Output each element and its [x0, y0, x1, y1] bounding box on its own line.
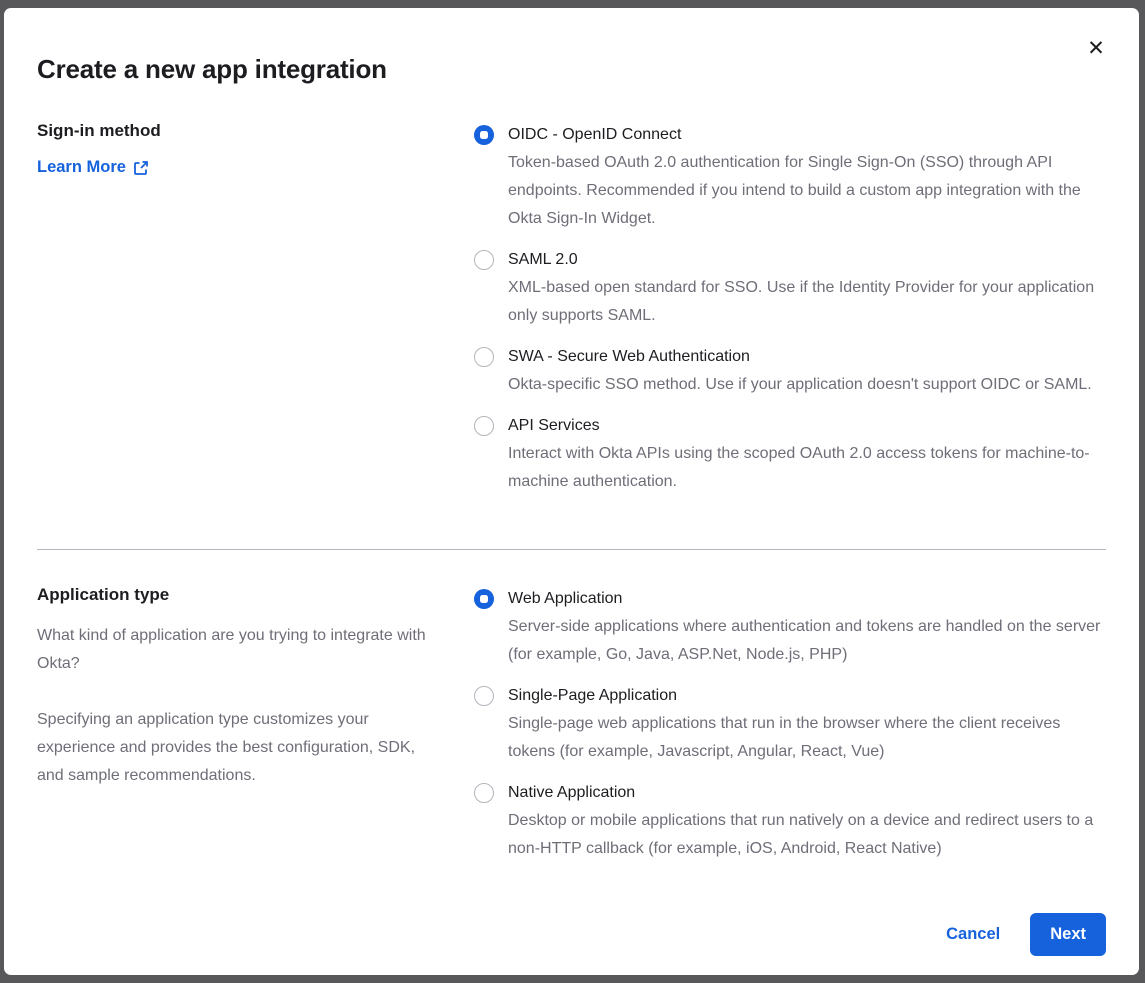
- option-label[interactable]: SWA - Secure Web Authentication: [508, 343, 1092, 371]
- radio-unselected-icon[interactable]: [474, 416, 494, 436]
- radio-selected-icon[interactable]: [474, 589, 494, 609]
- option-description: Interact with Okta APIs using the scoped…: [508, 440, 1106, 496]
- signin-method-section: Sign-in method Learn More OIDC - OpenID …: [37, 121, 1106, 496]
- option-label[interactable]: Single-Page Application: [508, 682, 1106, 710]
- radio-option-swa[interactable]: SWA - Secure Web Authentication Okta-spe…: [474, 343, 1106, 399]
- application-type-description-1: What kind of application are you trying …: [37, 622, 434, 678]
- option-label[interactable]: Web Application: [508, 585, 1106, 613]
- dialog-footer: Cancel Next: [37, 913, 1106, 956]
- create-app-integration-dialog: ✕ Create a new app integration Sign-in m…: [4, 8, 1139, 975]
- radio-option-single-page-application[interactable]: Single-Page Application Single-page web …: [474, 682, 1106, 766]
- learn-more-link[interactable]: Learn More: [37, 158, 149, 177]
- option-label[interactable]: API Services: [508, 412, 1106, 440]
- radio-option-saml[interactable]: SAML 2.0 XML-based open standard for SSO…: [474, 246, 1106, 330]
- option-label[interactable]: OIDC - OpenID Connect: [508, 121, 1106, 149]
- option-description: Single-page web applications that run in…: [508, 710, 1106, 766]
- application-type-section: Application type What kind of applicatio…: [37, 585, 1106, 863]
- radio-option-oidc[interactable]: OIDC - OpenID Connect Token-based OAuth …: [474, 121, 1106, 233]
- radio-option-native-application[interactable]: Native Application Desktop or mobile app…: [474, 779, 1106, 863]
- learn-more-label: Learn More: [37, 158, 126, 177]
- option-label[interactable]: SAML 2.0: [508, 246, 1106, 274]
- signin-method-label: Sign-in method: [37, 121, 434, 141]
- next-button[interactable]: Next: [1030, 913, 1106, 956]
- application-type-label: Application type: [37, 585, 434, 605]
- option-description: XML-based open standard for SSO. Use if …: [508, 274, 1106, 330]
- radio-selected-icon[interactable]: [474, 125, 494, 145]
- close-icon[interactable]: ✕: [1083, 36, 1109, 62]
- cancel-button[interactable]: Cancel: [946, 925, 1000, 944]
- option-description: Desktop or mobile applications that run …: [508, 807, 1106, 863]
- option-description: Server-side applications where authentic…: [508, 613, 1106, 669]
- signin-method-left-column: Sign-in method Learn More: [37, 121, 474, 177]
- option-description: Token-based OAuth 2.0 authentication for…: [508, 149, 1106, 233]
- option-description: Okta-specific SSO method. Use if your ap…: [508, 371, 1092, 399]
- option-label[interactable]: Native Application: [508, 779, 1106, 807]
- dialog-title: Create a new app integration: [37, 54, 1106, 85]
- radio-unselected-icon[interactable]: [474, 347, 494, 367]
- signin-method-options: OIDC - OpenID Connect Token-based OAuth …: [474, 121, 1106, 496]
- external-link-icon: [133, 160, 149, 176]
- radio-unselected-icon[interactable]: [474, 250, 494, 270]
- section-divider: [37, 549, 1106, 550]
- radio-unselected-icon[interactable]: [474, 783, 494, 803]
- radio-option-api-services[interactable]: API Services Interact with Okta APIs usi…: [474, 412, 1106, 496]
- application-type-options: Web Application Server-side applications…: [474, 585, 1106, 863]
- application-type-description-2: Specifying an application type customize…: [37, 706, 434, 790]
- radio-unselected-icon[interactable]: [474, 686, 494, 706]
- application-type-left-column: Application type What kind of applicatio…: [37, 585, 474, 790]
- radio-option-web-application[interactable]: Web Application Server-side applications…: [474, 585, 1106, 669]
